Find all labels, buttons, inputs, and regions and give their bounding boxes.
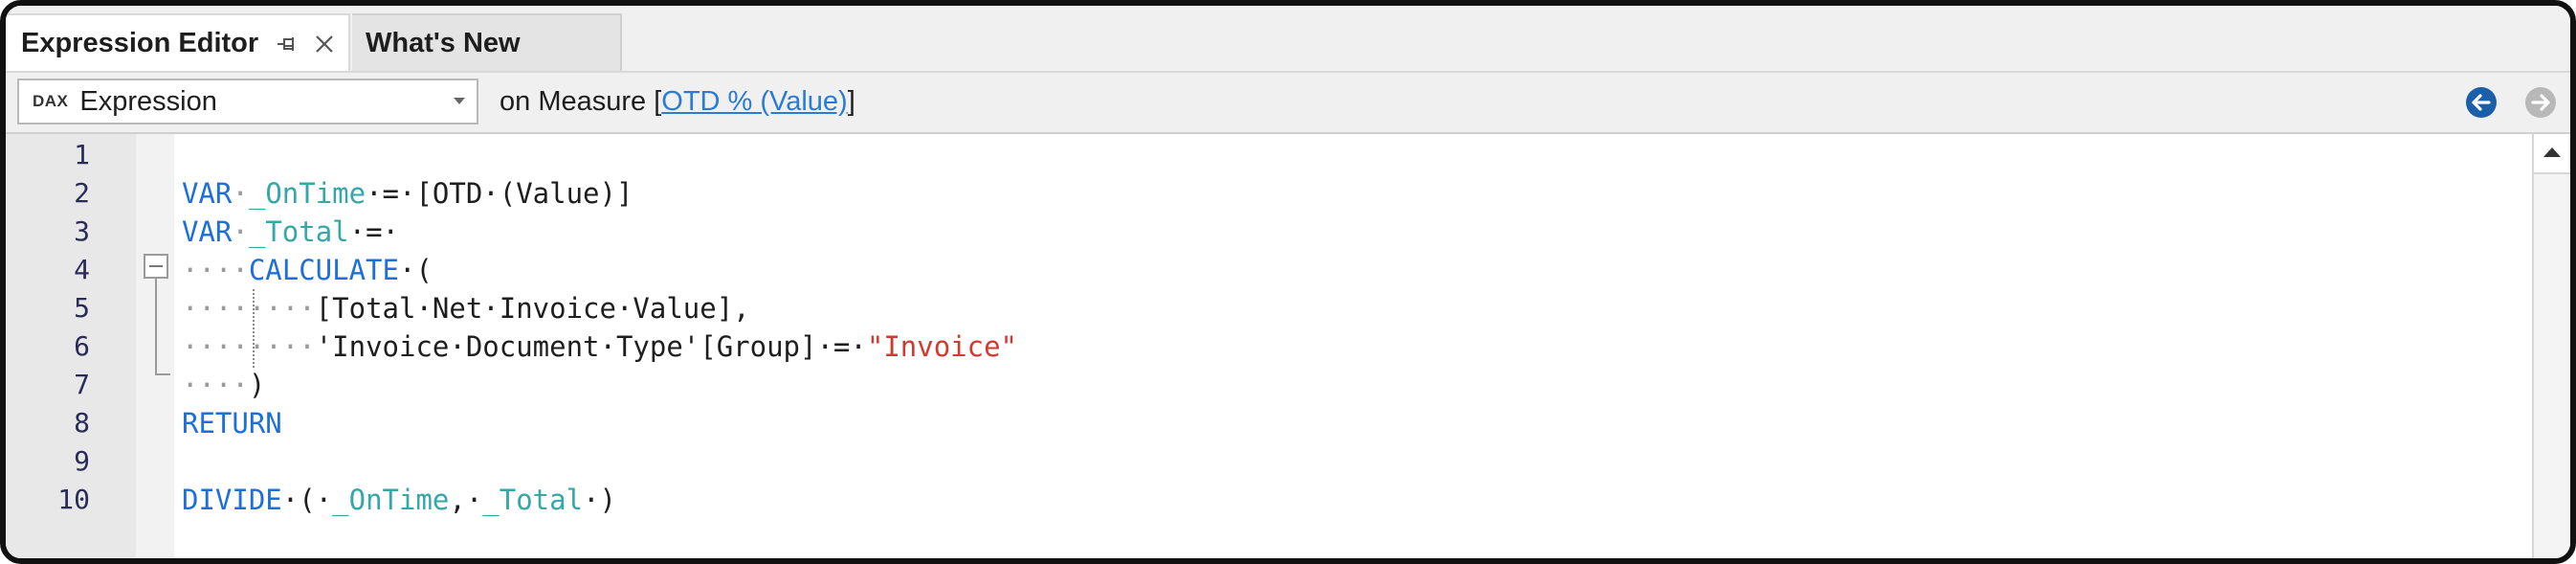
tab-bar: Expression Editor What's New xyxy=(6,6,2570,73)
code-text: ·=·[OTD·(Value)] xyxy=(366,177,633,210)
code-whitespace: ········ xyxy=(182,330,316,363)
code-whitespace: · xyxy=(232,177,249,210)
code-whitespace: ········ xyxy=(182,292,316,325)
code-line: ········[Total·Net·Invoice·Value], xyxy=(182,289,750,327)
code-whitespace: · xyxy=(232,215,249,248)
line-number-gutter: 1 2 3 4 5 6 7 8 9 10 xyxy=(6,134,136,558)
line-number: 1 xyxy=(74,139,90,170)
code-line: ····) xyxy=(182,366,265,404)
fold-guide-line xyxy=(155,279,157,374)
measure-link[interactable]: OTD % (Value) xyxy=(661,86,847,117)
measure-prefix: on Measure [ xyxy=(500,86,662,117)
code-keyword: DIVIDE xyxy=(182,484,282,516)
code-variable: _OnTime xyxy=(248,177,366,210)
code-line: ········'Invoice·Document·Type'[Group]·=… xyxy=(182,327,1017,366)
code-text: 'Invoice·Document·Type'[Group]·=· xyxy=(315,330,867,363)
close-icon[interactable] xyxy=(312,32,337,56)
code-keyword: VAR xyxy=(182,177,233,210)
code-text: ·=· xyxy=(348,215,400,248)
measure-context: on Measure [OTD % (Value)] xyxy=(500,86,855,118)
arrow-right-circle-icon[interactable] xyxy=(2524,86,2557,119)
chevron-down-icon[interactable] xyxy=(454,98,465,104)
line-number: 10 xyxy=(57,484,90,515)
line-number: 7 xyxy=(74,369,90,400)
line-number: 4 xyxy=(74,254,90,285)
fold-guide-end xyxy=(155,373,170,375)
line-number: 5 xyxy=(74,292,90,324)
code-variable: _OnTime xyxy=(332,484,450,516)
vertical-scrollbar[interactable] xyxy=(2532,134,2570,558)
code-line: VAR·_OnTime·=·[OTD·(Value)] xyxy=(182,174,633,213)
code-text: ) xyxy=(248,369,266,401)
measure-suffix: ] xyxy=(847,86,855,117)
code-editor[interactable]: 1 2 3 4 5 6 7 8 9 10 VAR·_OnTime·=·[OTD·… xyxy=(6,134,2570,558)
code-text: ·( xyxy=(398,254,433,286)
code-whitespace: ···· xyxy=(182,254,249,286)
code-string: "Invoice" xyxy=(866,330,1017,363)
line-number: 2 xyxy=(74,177,90,209)
line-number: 3 xyxy=(74,215,90,247)
expression-editor-window: Expression Editor What's New DAX Express… xyxy=(0,0,2576,564)
collapse-icon[interactable] xyxy=(144,254,168,279)
code-variable: _Total xyxy=(482,484,584,516)
code-text: ·(· xyxy=(281,484,333,516)
editor-toolbar: DAX Expression on Measure [OTD % (Value)… xyxy=(6,73,2570,134)
arrow-left-circle-icon[interactable] xyxy=(2465,86,2498,119)
language-select[interactable]: DAX Expression xyxy=(17,79,478,124)
code-whitespace: ···· xyxy=(182,369,249,401)
code-line: DIVIDE·(·_OnTime,·_Total·) xyxy=(182,481,616,519)
code-keyword: CALCULATE xyxy=(248,254,399,286)
tab-whats-new[interactable]: What's New xyxy=(352,13,622,71)
code-line: VAR·_Total·=· xyxy=(182,213,399,251)
pin-icon[interactable] xyxy=(276,33,299,56)
code-line: ····CALCULATE·( xyxy=(182,251,433,289)
tab-expression-editor-label: Expression Editor xyxy=(21,27,259,58)
code-text: ·) xyxy=(583,484,616,516)
line-number: 8 xyxy=(74,407,90,439)
scroll-up-button[interactable] xyxy=(2534,134,2570,174)
dax-badge: DAX xyxy=(33,92,69,110)
code-variable: _Total xyxy=(248,215,349,248)
tab-whats-new-label: What's New xyxy=(366,27,521,58)
code-line: RETURN xyxy=(182,404,282,442)
language-select-value: Expression xyxy=(79,85,217,117)
code-keyword: VAR xyxy=(182,215,233,248)
tab-expression-editor[interactable]: Expression Editor xyxy=(6,13,350,71)
code-keyword: RETURN xyxy=(182,407,282,440)
line-number: 9 xyxy=(74,445,90,477)
code-text: [Total·Net·Invoice·Value], xyxy=(315,292,750,325)
code-text: ,· xyxy=(449,484,483,516)
line-number: 6 xyxy=(74,330,90,362)
